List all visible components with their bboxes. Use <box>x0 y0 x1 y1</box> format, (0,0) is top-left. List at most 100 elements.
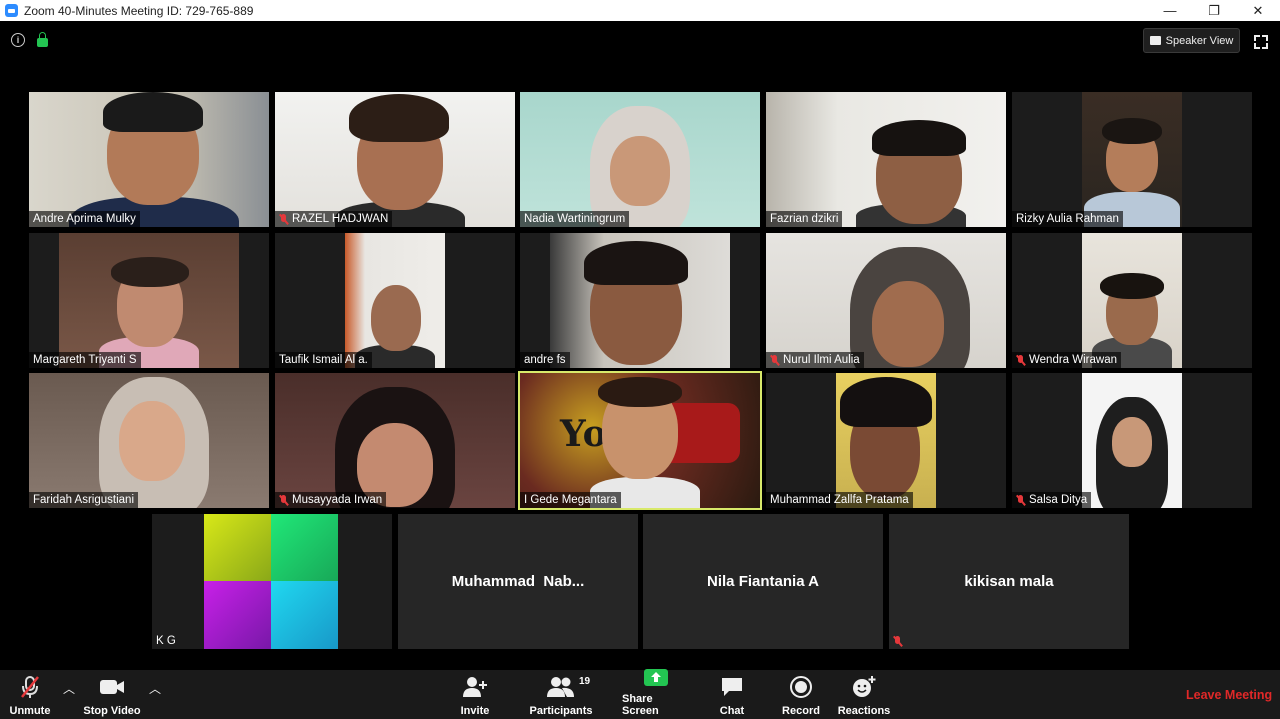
share-screen-label: Share Screen <box>622 693 659 717</box>
speaker-view-icon <box>1149 36 1161 45</box>
speaker-view-button[interactable]: Speaker View <box>1143 28 1240 53</box>
participant-name: RAZEL HADJWAN <box>275 211 393 227</box>
record-label: Record <box>782 705 820 717</box>
participant-name: Muhammad Zallfa Pratama <box>766 492 913 508</box>
participant-name: Faridah Asrigustiani <box>29 492 138 508</box>
record-button[interactable]: Record <box>778 670 824 719</box>
participant-name: Taufik Ismail Al a. <box>275 352 372 368</box>
participant-name: Fazrian dzikri <box>766 211 843 227</box>
video-feed <box>520 92 760 227</box>
chat-bubble-icon <box>720 674 744 700</box>
participants-label: Participants <box>529 705 593 717</box>
fullscreen-icon[interactable] <box>1254 35 1268 49</box>
participant-tile[interactable]: Musayyada Irwan <box>275 373 515 508</box>
participant-name: Rizky Aulia Rahman <box>1012 211 1123 227</box>
muted-microphone-icon <box>19 674 41 700</box>
participant-tile[interactable]: Muhammad Nab... <box>398 514 638 649</box>
invite-button[interactable]: Invite <box>450 670 500 719</box>
participant-name: Musayyada Irwan <box>275 492 387 508</box>
participant-tile[interactable]: Rizky Aulia Rahman <box>1012 92 1252 227</box>
video-feed <box>275 373 515 508</box>
video-feed <box>275 92 515 227</box>
video-feed <box>766 233 1006 368</box>
muted-mic-icon <box>1016 354 1025 366</box>
participant-tile[interactable]: Wendra Wirawan <box>1012 233 1252 368</box>
window-title: Zoom 40-Minutes Meeting ID: 729-765-889 <box>24 3 254 18</box>
participant-tile[interactable]: Nurul Ilmi Aulia <box>766 233 1006 368</box>
record-icon <box>789 674 813 700</box>
participant-tile[interactable]: Nadia Wartiningrum <box>520 92 760 227</box>
close-button[interactable]: ✕ <box>1236 0 1280 21</box>
mute-indicator <box>889 634 906 649</box>
participant-tile[interactable]: Salsa Ditya <box>1012 373 1252 508</box>
chat-button[interactable]: Chat <box>712 670 752 719</box>
video-feed <box>29 373 269 508</box>
video-feed <box>1082 233 1182 368</box>
participant-tile[interactable]: kikisan mala <box>889 514 1129 649</box>
participant-name: andre fs <box>520 352 570 368</box>
meeting-info-icon[interactable]: i <box>11 33 25 47</box>
restore-button[interactable]: ❐ <box>1192 0 1236 21</box>
chat-label: Chat <box>719 705 745 717</box>
participant-name: I Gede Megantara <box>520 492 621 508</box>
unmute-button[interactable]: Unmute <box>6 670 54 719</box>
reactions-label: Reactions <box>837 705 891 717</box>
share-screen-icon <box>643 668 669 688</box>
participant-tile[interactable]: Taufik Ismail Al a. <box>275 233 515 368</box>
leave-meeting-button[interactable]: Leave Meeting <box>1186 688 1272 702</box>
participant-name: K G <box>156 635 176 647</box>
window-titlebar: Zoom 40-Minutes Meeting ID: 729-765-889 … <box>0 0 1280 21</box>
reactions-button[interactable]: Reactions <box>836 670 892 719</box>
stop-video-label: Stop Video <box>83 705 141 717</box>
video-feed <box>836 373 936 508</box>
participant-tile[interactable]: RAZEL HADJWAN <box>275 92 515 227</box>
participant-name: Wendra Wirawan <box>1012 352 1121 368</box>
muted-mic-icon <box>279 494 288 506</box>
video-feed: Yo <box>520 373 760 508</box>
audio-options-chevron-icon[interactable]: ︿ <box>63 680 75 697</box>
participants-count: 19 <box>579 676 591 687</box>
participant-tile-active-speaker[interactable]: Yo I Gede Megantara <box>518 371 762 510</box>
video-options-chevron-icon[interactable]: ︿ <box>149 680 161 697</box>
participant-name-centered: Muhammad Nab... <box>451 573 585 590</box>
muted-mic-icon <box>1016 494 1025 506</box>
participant-tile[interactable]: Fazrian dzikri <box>766 92 1006 227</box>
video-feed <box>59 233 239 368</box>
participant-tile[interactable]: Muhammad Zallfa Pratama <box>766 373 1006 508</box>
minimize-button[interactable]: — <box>1148 0 1192 21</box>
participant-name: Margareth Triyanti S <box>29 352 141 368</box>
share-screen-button[interactable]: Share Screen <box>622 668 690 719</box>
video-feed <box>29 92 269 227</box>
speaker-view-label: Speaker View <box>1165 34 1234 47</box>
muted-mic-icon <box>279 213 288 225</box>
participant-tile[interactable]: Nila Fiantania A <box>643 514 883 649</box>
participant-tile[interactable]: Andre Aprima Mulky <box>29 92 269 227</box>
smiley-add-icon <box>851 674 877 700</box>
video-feed <box>1082 92 1182 227</box>
unmute-label: Unmute <box>9 705 51 717</box>
participant-name: Nadia Wartiningrum <box>520 211 630 227</box>
muted-mic-icon <box>893 636 902 647</box>
participant-name-centered: kikisan mala <box>964 573 1054 590</box>
encryption-lock-icon[interactable] <box>37 32 48 47</box>
participant-name-centered: Nila Fiantania A <box>707 573 819 590</box>
video-feed <box>550 233 730 368</box>
participant-name: Nurul Ilmi Aulia <box>766 352 864 368</box>
video-feed <box>204 514 338 649</box>
video-camera-icon <box>99 674 125 700</box>
zoom-logo-icon <box>5 4 18 17</box>
participant-tile[interactable]: andre fs <box>520 233 760 368</box>
participant-name: Andre Aprima Mulky <box>29 211 140 227</box>
participant-tile[interactable]: K G <box>152 514 392 649</box>
add-person-icon <box>462 674 488 700</box>
video-feed <box>1082 373 1182 508</box>
invite-label: Invite <box>460 705 490 717</box>
muted-mic-icon <box>770 354 779 366</box>
participant-name: Salsa Ditya <box>1012 492 1092 508</box>
participant-tile[interactable]: Margareth Triyanti S <box>29 233 269 368</box>
participant-tile[interactable]: Faridah Asrigustiani <box>29 373 269 508</box>
video-feed <box>345 233 445 368</box>
stop-video-button[interactable]: Stop Video <box>82 670 142 719</box>
participants-icon <box>546 674 576 700</box>
video-feed <box>766 92 1006 227</box>
